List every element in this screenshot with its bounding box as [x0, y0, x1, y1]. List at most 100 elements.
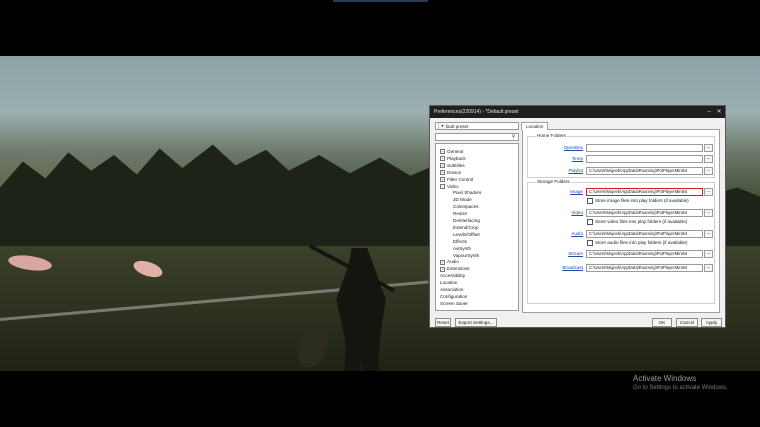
tree-item[interactable]: AviSynth [453, 246, 471, 252]
tree-item[interactable]: Extend/Crop [453, 225, 479, 231]
export-settings-button[interactable]: Export Settings... [455, 318, 497, 327]
tree-item[interactable]: - Video [440, 184, 459, 190]
checkbox-label: Store video files into play folders (if … [595, 219, 688, 225]
store-in-play-folder-checkbox[interactable]: Store video files into play folders (if … [587, 219, 687, 225]
folder-path-input[interactable]: C:\Users\Mujeeb\AppData\Roaming\PotPlaye… [586, 250, 703, 258]
activate-windows-title: Activate Windows [633, 374, 697, 383]
dialog-title: Preferences(220914) - *Default preset [434, 109, 519, 115]
folder-label-link[interactable]: Image [543, 189, 583, 194]
preferences-dialog: Preferences(220914) - *Default preset – … [429, 105, 726, 328]
tree-item-label: Playback [447, 155, 466, 161]
folder-label-link[interactable]: Stream [543, 251, 583, 256]
location-tab-panel: Home Folders Storage Folders OpenBox... T… [522, 129, 720, 313]
folder-path-input[interactable] [586, 155, 703, 163]
tree-item-label: VapourSynth [453, 252, 480, 258]
tree-item-label: Extend/Crop [453, 224, 479, 230]
preset-select[interactable]: *Default preset ▾ [435, 122, 519, 130]
apply-button[interactable]: Apply [701, 318, 722, 327]
tree-item[interactable]: + Audio [440, 259, 459, 265]
dialog-titlebar[interactable]: Preferences(220914) - *Default preset – … [430, 106, 725, 118]
tree-item[interactable]: + General [440, 149, 463, 155]
checkbox-box[interactable] [587, 219, 593, 225]
tree-item-label: Levels/Offset [453, 231, 480, 237]
tree-item[interactable]: 3D Mode [453, 197, 472, 203]
tree-item[interactable]: Configuration [440, 294, 467, 300]
browse-button[interactable]: ... [704, 188, 713, 196]
tree-item[interactable]: + Filter Control [440, 177, 473, 183]
expand-icon[interactable]: + [440, 156, 445, 162]
browse-button[interactable]: ... [704, 250, 713, 258]
folder-label-link[interactable]: Audio [543, 231, 583, 236]
tree-item-label: Screen Saver [440, 300, 468, 306]
expand-icon[interactable]: + [440, 259, 445, 265]
browse-button[interactable]: ... [704, 209, 713, 217]
tree-item[interactable]: Effects [453, 239, 467, 245]
tree-item[interactable]: + Device [440, 170, 461, 176]
folder-label-link[interactable]: OpenBox [543, 145, 583, 150]
folder-path-input[interactable]: C:\Users\Mujeeb\AppData\Roaming\PotPlaye… [586, 188, 703, 196]
settings-tree[interactable]: + General + Playback + Subtitles + Device + Filte… [435, 143, 519, 311]
tree-item[interactable]: Deinterlacing [453, 218, 480, 224]
checkbox-label: Store image files into play folders (if … [595, 198, 689, 204]
tree-item[interactable]: Accessibility [440, 273, 465, 279]
tree-item-label: Association [440, 287, 464, 292]
expand-icon[interactable]: + [440, 176, 445, 182]
folder-label-link[interactable]: Temp [543, 156, 583, 161]
browse-button[interactable]: ... [704, 230, 713, 238]
tree-item-label: Location [440, 280, 458, 286]
browse-button[interactable]: ... [704, 155, 713, 163]
store-in-play-folder-checkbox[interactable]: Store image files into play folders (if … [587, 198, 689, 204]
ok-button[interactable]: OK [652, 318, 672, 327]
top-glint [333, 0, 428, 2]
tree-item[interactable]: Colorspaces [453, 204, 479, 210]
folder-path-input[interactable]: C:\Users\Mujeeb\AppData\Roaming\PotPlaye… [586, 209, 703, 217]
folder-path-input[interactable]: C:\Users\Mujeeb\AppData\Roaming\PotPlaye… [586, 230, 703, 238]
tree-item-label: Audio [447, 259, 459, 265]
tree-item-label: Resize [453, 211, 468, 217]
tree-item-label: Effects [453, 238, 467, 244]
close-icon[interactable]: ✕ [715, 108, 723, 116]
tree-item[interactable]: Location [440, 280, 457, 286]
tree-item-label: AviSynth [453, 245, 472, 251]
tree-item-label: Configuration [440, 293, 468, 299]
expand-icon[interactable]: + [440, 266, 445, 272]
checkbox-box[interactable] [587, 240, 593, 246]
storage-folders-heading: Storage Folders [536, 179, 571, 184]
tree-item[interactable]: + Playback [440, 156, 466, 162]
folder-path-input[interactable]: C:\Users\Mujeeb\AppData\Roaming\PotPlaye… [586, 264, 703, 272]
tree-item[interactable]: VapourSynth [453, 253, 479, 259]
checkbox-label: Store audio files into play folders (if … [595, 240, 688, 246]
tree-item-label: General [447, 149, 464, 154]
checkbox-box[interactable] [587, 198, 593, 204]
tree-item-label: Video [447, 183, 459, 189]
tree-item[interactable]: Pixel Shaders [453, 190, 481, 196]
folder-path-input[interactable] [586, 144, 703, 152]
search-icon[interactable]: ⚲ [510, 134, 517, 140]
tree-item[interactable]: Association [440, 287, 464, 293]
cancel-button[interactable]: Cancel [676, 318, 698, 327]
minimize-icon[interactable]: – [705, 108, 713, 116]
tree-item[interactable]: Levels/Offset [453, 232, 480, 238]
folder-label-link[interactable]: Playlist [543, 168, 583, 173]
browse-button[interactable]: ... [704, 167, 713, 175]
folder-label-link[interactable]: Broadcast [543, 265, 583, 270]
tree-search-input[interactable]: ⚲ [435, 133, 519, 141]
tree-item[interactable]: Screen Saver [440, 301, 468, 307]
browse-button[interactable]: ... [704, 264, 713, 272]
chevron-down-icon[interactable]: ▾ [438, 123, 446, 129]
expand-icon[interactable]: + [440, 149, 445, 155]
store-in-play-folder-checkbox[interactable]: Store audio files into play folders (if … [587, 240, 687, 246]
tree-item[interactable]: + Extensions [440, 266, 469, 272]
collapse-icon[interactable]: - [440, 183, 445, 189]
tree-item[interactable]: + Subtitles [440, 163, 465, 169]
expand-icon[interactable]: + [440, 169, 445, 175]
tab-location[interactable]: Location [521, 122, 549, 130]
tree-item[interactable]: Resize [453, 211, 467, 217]
folder-label-link[interactable]: Video [543, 210, 583, 215]
expand-icon[interactable]: + [440, 163, 445, 169]
folder-path-input[interactable]: C:\Users\Mujeeb\AppData\Roaming\PotPlaye… [586, 167, 703, 175]
tree-item-label: Subtitles [447, 162, 465, 168]
tree-item-label: 3D Mode [453, 197, 472, 203]
reset-button[interactable]: Reset [435, 318, 451, 327]
browse-button[interactable]: ... [704, 144, 713, 152]
